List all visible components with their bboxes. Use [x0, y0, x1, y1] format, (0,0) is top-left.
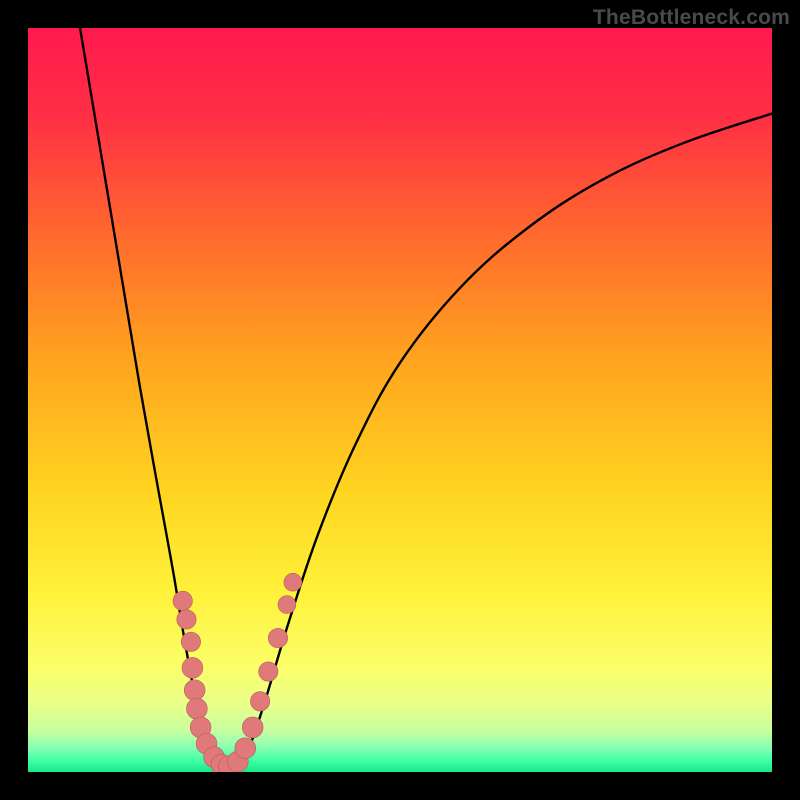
- watermark-text: TheBottleneck.com: [593, 6, 790, 30]
- plot-area: [28, 28, 772, 772]
- background-gradient: [28, 28, 772, 772]
- chart-frame: TheBottleneck.com: [0, 0, 800, 800]
